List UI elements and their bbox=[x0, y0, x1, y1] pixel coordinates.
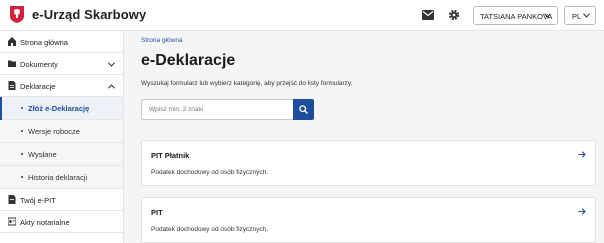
sidebar-subitem-label: Wysłane bbox=[28, 150, 57, 159]
bullet bbox=[21, 130, 23, 132]
top-bar: e-Urząd Skarbowy TATSIANA PANKOVA PL bbox=[0, 0, 604, 31]
search-button[interactable] bbox=[293, 99, 314, 120]
sidebar-item-e-pit[interactable]: Twój e-PIT bbox=[0, 189, 123, 211]
folder-icon bbox=[8, 60, 16, 67]
sidebar-item-label: Akty notarialne bbox=[20, 218, 70, 227]
active-indicator bbox=[0, 97, 2, 120]
breadcrumb[interactable]: Strona główna bbox=[141, 37, 183, 44]
sidebar-subitem-submit-declaration[interactable]: Złóż e-Deklarację bbox=[0, 97, 123, 120]
card-title: PIT Płatnik bbox=[151, 151, 190, 160]
main-content: Strona główna e-Deklaracje Wyszukaj form… bbox=[124, 31, 604, 243]
card-subtitle: Podatek dochodowy od osób fizycznych. bbox=[151, 226, 269, 233]
arrow-right-icon bbox=[578, 208, 586, 215]
sidebar-subitem-drafts[interactable]: Wersje robocze bbox=[0, 120, 123, 143]
user-name: TATSIANA PANKOVA bbox=[480, 12, 553, 21]
sidebar-item-label: Strona główna bbox=[20, 38, 68, 47]
page-description: Wyszukaj formularz lub wybierz kategorię… bbox=[141, 80, 353, 87]
sidebar-subitem-sent[interactable]: Wysłane bbox=[0, 143, 123, 166]
language-code: PL bbox=[572, 12, 582, 21]
chevron-down-icon bbox=[544, 13, 551, 18]
sidebar-item-home[interactable]: Strona główna bbox=[0, 31, 123, 53]
sidebar-item-label: Dokumenty bbox=[20, 60, 58, 69]
arrow-right-icon bbox=[578, 151, 586, 158]
card-title: PIT bbox=[151, 208, 163, 217]
chevron-down-icon bbox=[108, 62, 115, 67]
search-input[interactable] bbox=[141, 99, 293, 120]
sidebar-item-label: Deklaracje bbox=[20, 82, 56, 91]
document-icon bbox=[8, 195, 16, 204]
sidebar-subitem-label: Historia deklaracji bbox=[28, 173, 88, 182]
home-icon bbox=[8, 37, 16, 46]
form-category-card-pit-platnik[interactable]: PIT Płatnik Podatek dochodowy od osób fi… bbox=[141, 140, 596, 186]
brand-title[interactable]: e-Urząd Skarbowy bbox=[32, 7, 146, 22]
sidebar-item-notarial-acts[interactable]: Akty notarialne bbox=[0, 211, 123, 233]
sidebar-subitem-history[interactable]: Historia deklaracji bbox=[0, 166, 123, 189]
document-icon bbox=[8, 81, 16, 90]
gear-icon[interactable] bbox=[448, 9, 460, 21]
sidebar: Strona główna Dokumenty Deklaracje Złóż … bbox=[0, 31, 124, 243]
language-dropdown[interactable]: PL bbox=[564, 6, 596, 25]
bullet bbox=[21, 153, 23, 155]
page-title: e-Deklaracje bbox=[141, 52, 236, 69]
bullet bbox=[21, 176, 23, 178]
mail-icon[interactable] bbox=[422, 10, 434, 20]
form-category-card-pit[interactable]: PIT Podatek dochodowy od osób fizycznych… bbox=[141, 197, 596, 243]
search-icon bbox=[299, 105, 308, 114]
notary-icon bbox=[8, 217, 16, 226]
chevron-down-icon bbox=[583, 13, 590, 18]
sidebar-subitem-label: Wersje robocze bbox=[28, 127, 80, 136]
sidebar-item-declarations[interactable]: Deklaracje bbox=[0, 75, 123, 97]
sidebar-item-label: Twój e-PIT bbox=[20, 196, 56, 205]
card-subtitle: Podatek dochodowy od osób fizycznych. bbox=[151, 169, 269, 176]
sidebar-subitem-label: Złóż e-Deklarację bbox=[28, 104, 90, 113]
sidebar-item-documents[interactable]: Dokumenty bbox=[0, 53, 123, 75]
user-dropdown[interactable]: TATSIANA PANKOVA bbox=[473, 6, 558, 25]
bullet bbox=[21, 107, 23, 109]
emblem-logo-icon bbox=[10, 6, 24, 23]
chevron-up-icon bbox=[108, 84, 115, 89]
